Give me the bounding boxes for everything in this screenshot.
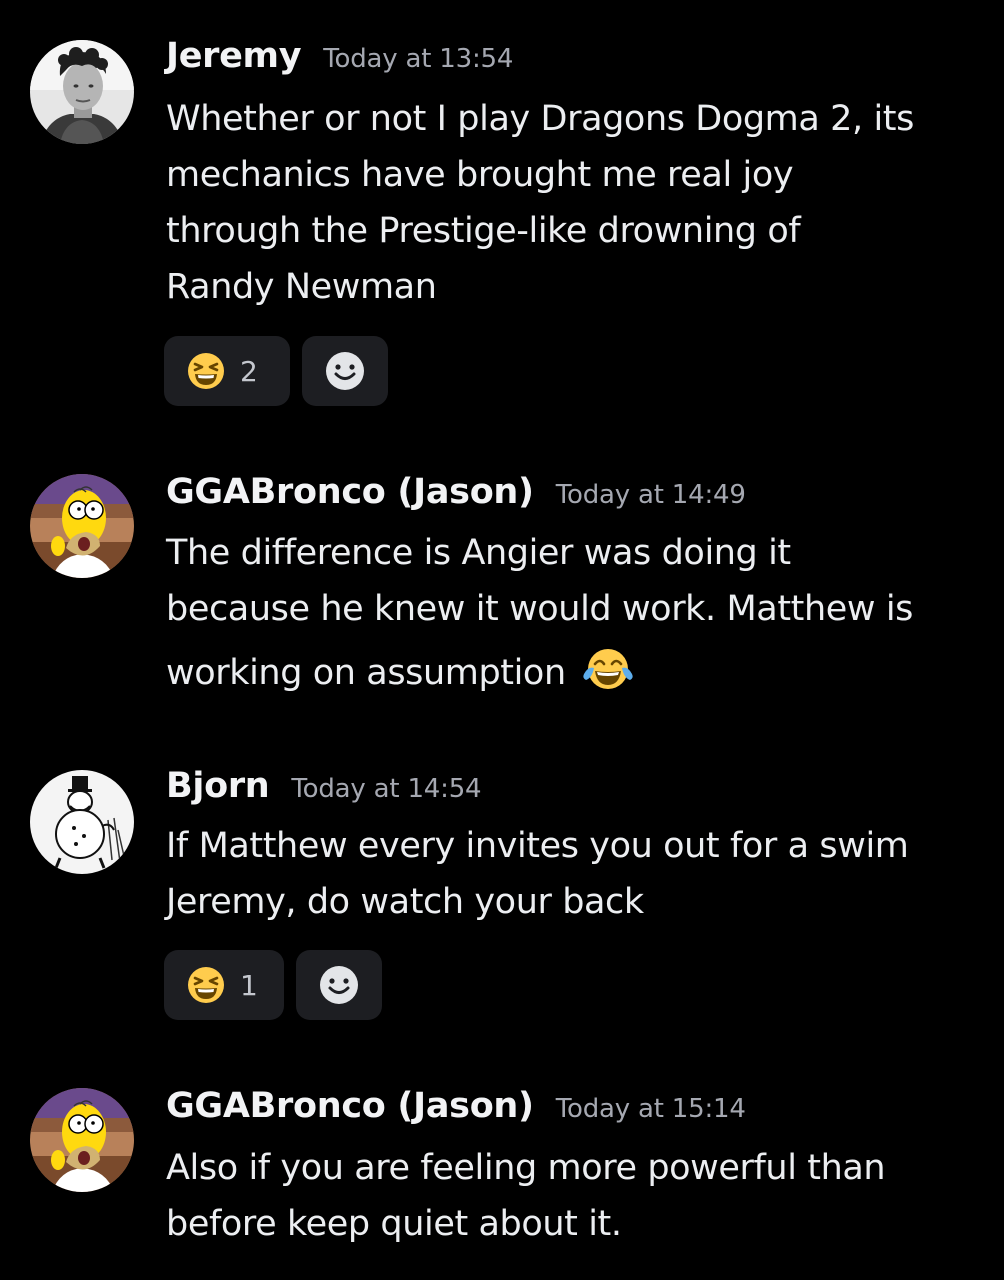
avatar[interactable] (30, 474, 134, 578)
reaction-laughing[interactable]: 2 (164, 336, 290, 406)
message-ggabronco-2: GGABronco (Jason) Today at 15:14 Also if… (0, 1086, 1004, 1266)
avatar-homer-cartoon (30, 1088, 134, 1192)
message-line: Randy Newman (166, 267, 437, 307)
message-content: Also if you are feeling more powerful th… (166, 1140, 986, 1252)
reaction-bar: 2 (164, 336, 388, 406)
tears-of-joy-emoji-icon (582, 646, 634, 709)
reaction-bar: 1 (164, 950, 382, 1020)
username[interactable]: Jeremy (166, 36, 302, 76)
message-jeremy: Jeremy Today at 13:54 Whether or not I p… (0, 36, 1004, 416)
message-header: Jeremy Today at 13:54 (166, 36, 513, 84)
message-line: The difference is Angier was doing it (166, 533, 791, 573)
message-line: because he knew it would work. Matthew i… (166, 589, 914, 629)
message-line: mechanics have brought me real joy (166, 155, 794, 195)
add-reaction-button[interactable] (302, 336, 388, 406)
smiley-add-icon (320, 966, 358, 1004)
avatar[interactable] (30, 1088, 134, 1192)
avatar-homer-cartoon (30, 474, 134, 578)
timestamp[interactable]: Today at 15:14 (556, 1094, 746, 1124)
message-line: Jeremy, do watch your back (166, 882, 644, 922)
message-ggabronco-1: GGABronco (Jason) Today at 14:49 The dif… (0, 472, 1004, 712)
timestamp[interactable]: Today at 14:54 (291, 774, 481, 804)
reaction-count: 2 (240, 354, 258, 388)
timestamp[interactable]: Today at 13:54 (323, 44, 513, 74)
message-line-text: working on assumption (166, 653, 566, 693)
laughing-squint-emoji-icon (188, 967, 224, 1003)
username[interactable]: Bjorn (166, 766, 270, 806)
message-header: Bjorn Today at 14:54 (166, 766, 482, 814)
username[interactable]: GGABronco (Jason) (166, 472, 534, 512)
avatar-jeremy-photo (30, 40, 134, 144)
avatar[interactable] (30, 770, 134, 874)
message-line: working on assumption (166, 645, 986, 709)
add-reaction-button[interactable] (296, 950, 382, 1020)
message-content: Whether or not I play Dragons Dogma 2, i… (166, 91, 986, 315)
message-line: If Matthew every invites you out for a s… (166, 826, 909, 866)
message-line: before keep quiet about it. (166, 1204, 622, 1244)
message-bjorn: Bjorn Today at 14:54 If Matthew every in… (0, 766, 1004, 1026)
smiley-add-icon (326, 352, 364, 390)
laughing-squint-emoji-icon (188, 353, 224, 389)
reaction-laughing[interactable]: 1 (164, 950, 284, 1020)
message-header: GGABronco (Jason) Today at 15:14 (166, 1086, 746, 1134)
message-header: GGABronco (Jason) Today at 14:49 (166, 472, 746, 520)
message-content: The difference is Angier was doing it be… (166, 525, 986, 709)
timestamp[interactable]: Today at 14:49 (556, 480, 746, 510)
message-content: If Matthew every invites you out for a s… (166, 818, 986, 930)
avatar[interactable] (30, 40, 134, 144)
reaction-count: 1 (240, 968, 258, 1002)
message-line: Whether or not I play Dragons Dogma 2, i… (166, 99, 914, 139)
message-line: through the Prestige-like drowning of (166, 211, 801, 251)
message-line: Also if you are feeling more powerful th… (166, 1148, 886, 1188)
username[interactable]: GGABronco (Jason) (166, 1086, 534, 1126)
avatar-bjorn-sketch (30, 770, 134, 874)
